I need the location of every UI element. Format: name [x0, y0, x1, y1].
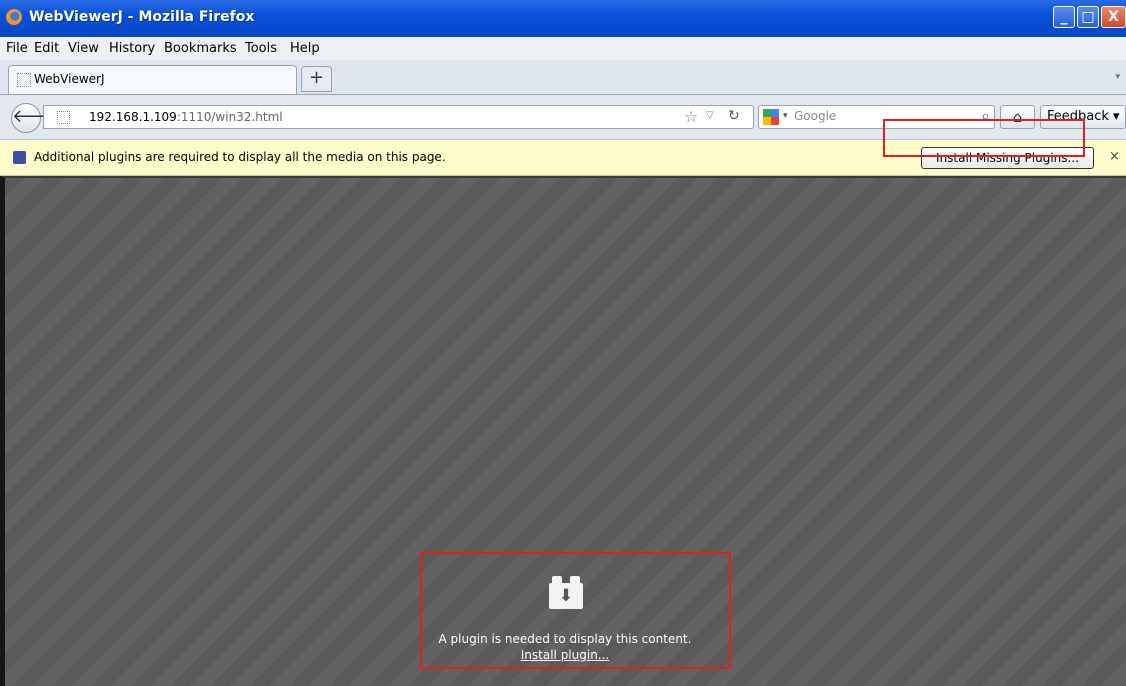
highlight-box-plugin-area: [420, 552, 731, 669]
window-titlebar: WebViewerJ - Mozilla Firefox _ □ X: [0, 0, 1126, 37]
url-history-dropdown-icon[interactable]: ▽: [706, 110, 714, 121]
url-host: 192.168.1.109: [89, 110, 177, 124]
back-button[interactable]: 🡐: [11, 103, 60, 133]
firefox-icon: [6, 9, 22, 25]
minimize-button[interactable]: _: [1053, 6, 1075, 28]
highlight-box-install-button: [883, 119, 1085, 157]
close-notification-icon[interactable]: ×: [1109, 149, 1120, 164]
bookmark-star-icon[interactable]: ☆: [684, 107, 698, 126]
maximize-button[interactable]: □: [1077, 6, 1099, 28]
url-path: :1110/win32.html: [176, 110, 283, 124]
site-identity-icon[interactable]: [57, 111, 70, 124]
tab-webviewerj[interactable]: WebViewerJ: [8, 65, 297, 94]
search-engine-dropdown-icon[interactable]: ▾: [783, 111, 788, 121]
google-engine-icon[interactable]: [763, 109, 779, 125]
minimize-icon: _: [1060, 9, 1068, 25]
maximize-icon: □: [1081, 9, 1095, 25]
new-tab-button[interactable]: +: [301, 66, 332, 92]
url-bar[interactable]: 192.168.1.109:1110/win32.html ☆ ▽ ↻: [43, 105, 754, 129]
close-icon: X: [1108, 9, 1119, 25]
reload-icon[interactable]: ↻: [728, 108, 740, 124]
menu-file[interactable]: File: [6, 41, 28, 56]
menu-bookmarks[interactable]: Bookmarks: [164, 41, 237, 56]
window-title: WebViewerJ - Mozilla Firefox: [29, 9, 255, 25]
tab-bar: WebViewerJ + ▾: [0, 60, 1126, 95]
search-input[interactable]: Google: [794, 109, 836, 123]
page-favicon-icon: [17, 73, 31, 87]
menu-view[interactable]: View: [68, 41, 99, 56]
menu-help[interactable]: Help: [290, 41, 320, 56]
tab-label: WebViewerJ: [34, 72, 105, 86]
url-text[interactable]: 192.168.1.109:1110/win32.html: [89, 110, 283, 124]
notification-message: Additional plugins are required to displ…: [34, 150, 446, 164]
menu-history[interactable]: History: [109, 41, 155, 56]
menu-edit[interactable]: Edit: [34, 41, 59, 56]
puzzle-icon: [13, 151, 26, 164]
menu-tools[interactable]: Tools: [245, 41, 277, 56]
close-window-button[interactable]: X: [1101, 6, 1126, 28]
menu-bar: File Edit View History Bookmarks Tools H…: [0, 38, 1126, 60]
tab-list-chevron-icon[interactable]: ▾: [1115, 72, 1120, 82]
